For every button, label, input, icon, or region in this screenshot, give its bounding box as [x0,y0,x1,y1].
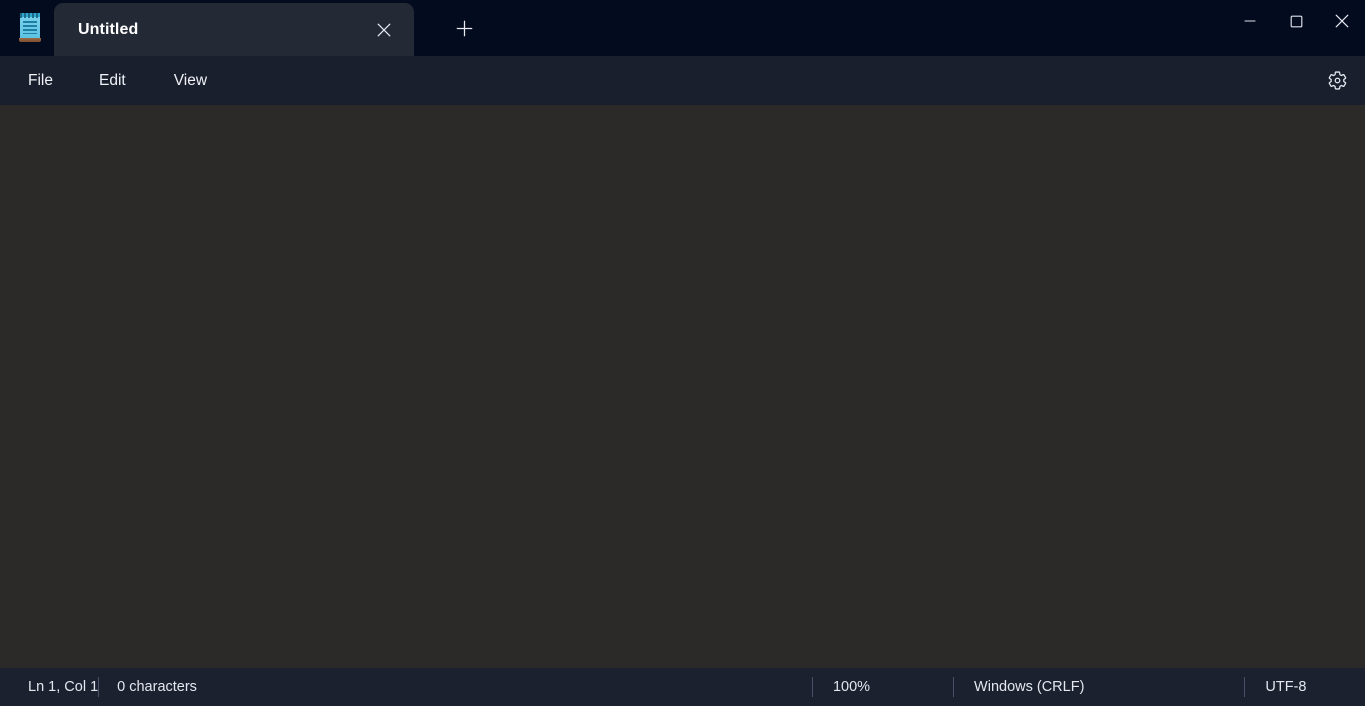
gear-icon[interactable] [1319,63,1355,99]
close-button[interactable] [1319,0,1365,42]
minimize-button[interactable] [1227,0,1273,42]
menu-item-edit[interactable]: Edit [87,66,138,96]
tab-title: Untitled [78,20,139,38]
status-divider-2 [811,677,813,697]
menu-item-view[interactable]: View [162,66,219,96]
status-divider-4 [1244,677,1246,697]
maximize-button[interactable] [1273,0,1319,42]
zoom-level-button[interactable]: 100% [833,668,870,706]
tab-untitled[interactable]: Untitled [54,3,414,56]
text-input[interactable] [0,105,1365,668]
status-bar: Ln 1, Col 1 0 characters 100% Windows (C… [0,668,1365,706]
character-count-label: 0 characters [117,679,197,695]
menu-item-file[interactable]: File [16,66,65,96]
title-bar: Untitled [0,0,1365,56]
cursor-position-label: Ln 1, Col 1 [28,679,99,695]
notepad-window: Untitled File Edit View Ln 1, Col 1 0 ch… [0,0,1365,706]
editor-area[interactable] [0,105,1365,668]
menu-bar: File Edit View [0,56,1365,105]
new-tab-button[interactable] [446,10,482,46]
status-divider-3 [953,677,955,697]
window-controls [1227,0,1365,42]
notepad-icon [17,13,43,43]
status-divider-1 [98,677,100,697]
tab-close-icon[interactable] [368,14,400,46]
line-ending-button[interactable]: Windows (CRLF) [974,668,1084,706]
encoding-button[interactable]: UTF-8 [1265,668,1306,706]
